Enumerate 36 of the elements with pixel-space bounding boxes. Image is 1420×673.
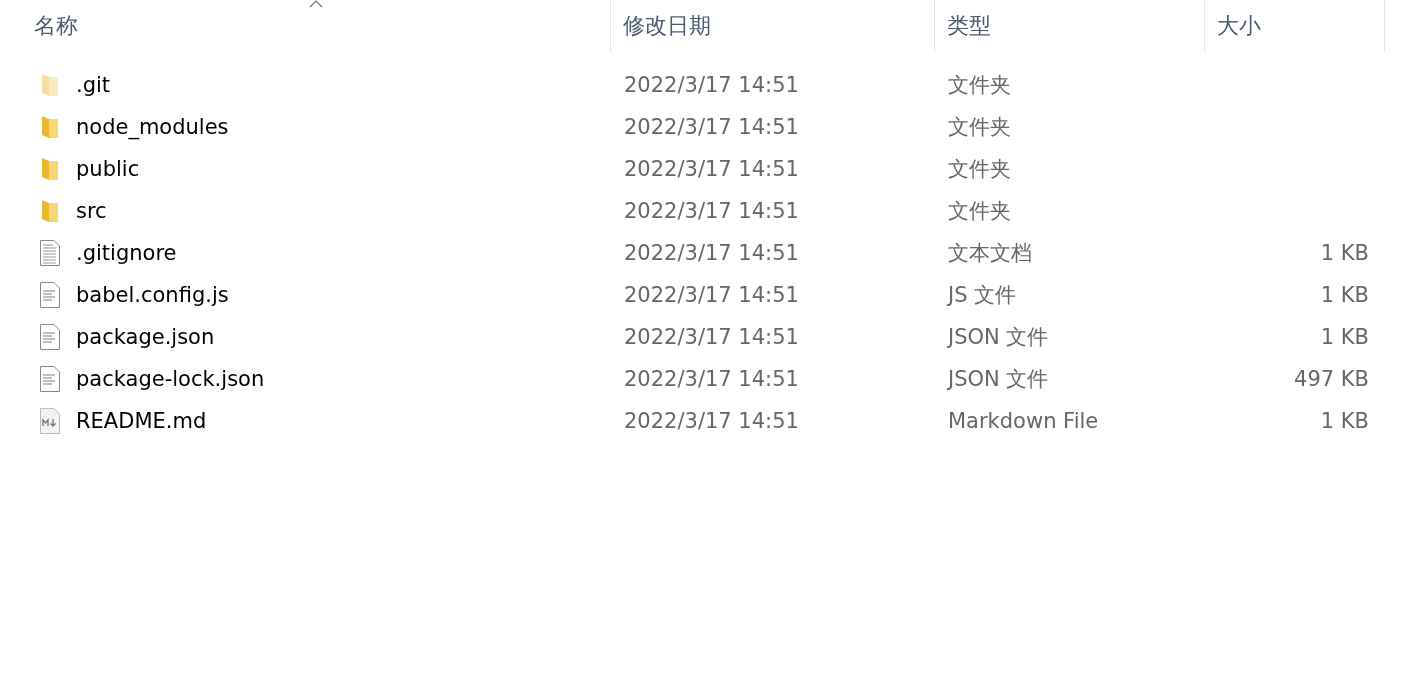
modified-date: 2022/3/17 14:51 [624,157,799,181]
column-header[interactable]: 大小 [1217,11,1261,41]
modified-date: 2022/3/17 14:51 [624,367,799,391]
file-name[interactable]: package.json [76,325,215,349]
file-type: 文件夹 [948,198,1011,225]
column-header[interactable]: 修改日期 [623,11,711,41]
file-size: 1 KB [1320,325,1369,349]
file-type: Markdown File [948,409,1099,433]
file-name[interactable]: node_modules [76,115,229,139]
modified-date: 2022/3/17 14:51 [624,199,799,223]
modified-date: 2022/3/17 14:51 [624,325,799,349]
file-name[interactable]: src [76,199,107,223]
file-type: 文件夹 [948,114,1011,141]
file-size: 1 KB [1320,283,1369,307]
file-type: 文本文档 [948,240,1032,267]
file-name[interactable]: .git [76,73,111,97]
file-name[interactable]: README.md [76,409,207,433]
modified-date: 2022/3/17 14:51 [624,409,799,433]
file-name[interactable]: .gitignore [76,241,177,265]
file-size: 497 KB [1294,367,1369,391]
file-type: JS 文件 [948,282,1017,309]
file-type: JSON 文件 [948,324,1049,351]
file-name[interactable]: babel.config.js [76,283,229,307]
file-type: 文件夹 [948,72,1011,99]
modified-date: 2022/3/17 14:51 [624,115,799,139]
modified-date: 2022/3/17 14:51 [624,241,799,265]
file-name[interactable]: package-lock.json [76,367,265,391]
file-type: JSON 文件 [948,366,1049,393]
file-type: 文件夹 [948,156,1011,183]
file-size: 1 KB [1320,409,1369,433]
modified-date: 2022/3/17 14:51 [624,73,799,97]
column-header[interactable]: 类型 [947,11,991,41]
file-size: 1 KB [1320,241,1369,265]
column-header[interactable]: 名称 [34,11,78,41]
modified-date: 2022/3/17 14:51 [624,283,799,307]
file-name[interactable]: public [76,157,140,181]
